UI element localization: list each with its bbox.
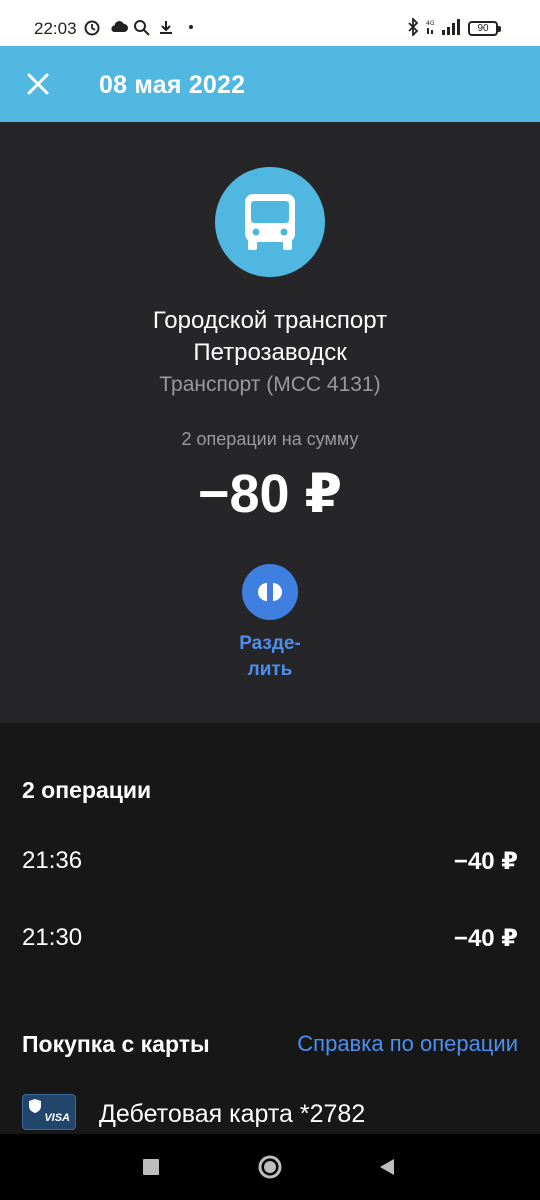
bus-icon [245,194,295,250]
merchant-name-line2: Петрозаводск [193,339,347,366]
operation-help-link[interactable]: Справка по операции [297,1031,518,1057]
cloud-icon [108,16,130,38]
app-bar: 08 мая 2022 [0,46,540,122]
card-brand: VISA [44,1112,70,1124]
operation-time: 21:30 [22,924,83,951]
split-button[interactable] [242,564,298,620]
search-icon [132,16,150,38]
operation-row[interactable]: 21:36 −40 ₽ [0,833,540,893]
close-icon [27,73,49,95]
home-button[interactable] [255,1152,285,1182]
card-name: Дебетовая карта *2782 [99,1100,366,1128]
operations-title: 2 операции [22,777,152,803]
shield-icon [29,1099,41,1113]
operations-summary: 2 операции на сумму [181,429,359,449]
merchant-category: Транспорт (MCC 4131) [159,373,381,396]
system-nav-bar [0,1134,540,1200]
triangle-back-icon [380,1159,394,1175]
card-row[interactable]: VISA Дебетовая карта *2782 [0,1088,540,1138]
visa-card-icon: VISA [22,1094,76,1130]
bluetooth-icon [404,16,422,38]
split-icon [258,583,282,601]
split-label-line2[interactable]: лить [0,657,540,683]
status-bar: 22:03 4G 90 [0,0,540,46]
svg-text:4G: 4G [426,20,435,27]
dot-icon [186,16,196,38]
circle-icon [258,1155,282,1179]
operation-amount: −40 ₽ [453,925,518,952]
status-time: 22:03 [34,19,77,38]
recents-button[interactable] [136,1152,166,1182]
total-amount: −80 ₽ [197,464,343,524]
category-avatar [215,167,325,277]
download-icon [157,16,175,38]
page-title: 08 мая 2022 [99,71,246,99]
purchase-title: Покупка с карты [22,1031,210,1057]
alarm-icon [82,16,102,38]
close-button[interactable] [18,64,58,104]
operation-row[interactable]: 21:30 −40 ₽ [0,910,540,970]
merchant-name-line1: Городской транспорт [152,307,388,334]
operation-time: 21:36 [22,847,83,874]
operation-amount: −40 ₽ [453,848,518,875]
battery-icon: 90 [468,21,501,36]
split-label-line1[interactable]: Разде- [0,631,540,657]
back-button[interactable] [372,1152,402,1182]
signal-icon [440,16,462,38]
transaction-header: Городской транспорт Петрозаводск Транспо… [0,122,540,723]
square-icon [143,1159,159,1175]
